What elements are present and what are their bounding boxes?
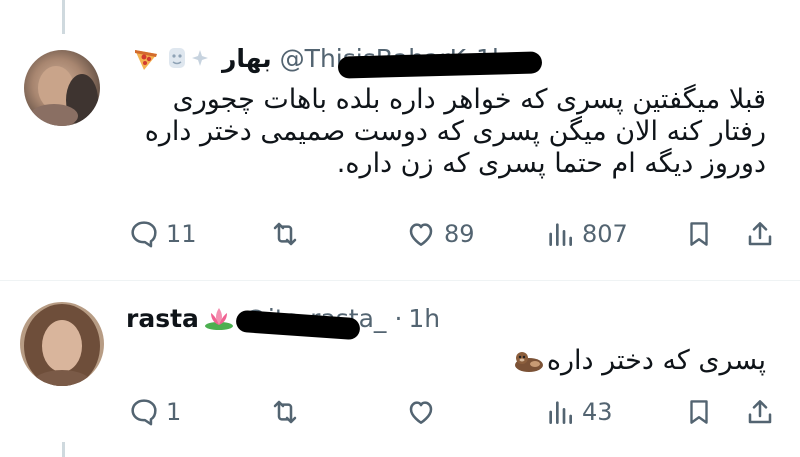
face-emoji [166,44,188,72]
share-button[interactable] [744,214,776,254]
share-upload-icon [744,218,776,250]
tweet-2-text-line: پسری که دختر داره [546,345,766,376]
bookmark-button[interactable] [684,392,714,432]
thread-line-top [62,0,65,34]
tweet-divider [0,280,800,281]
tweet-1-actions: 11 89 807 [0,214,800,254]
retweet-arrows-icon [268,396,302,428]
bookmark-icon [684,218,714,250]
reply-count: 11 [166,220,197,248]
tweet-1-text-line: رفتار کنه الان میگن پسری که دوست صمیمی د… [144,116,766,147]
views-button[interactable]: 807 [544,214,628,254]
heart-icon [404,218,438,250]
views-count: 43 [582,398,613,426]
display-name[interactable]: rasta [126,304,199,333]
bar-chart-icon [544,218,576,250]
like-button[interactable] [404,392,444,432]
bar-chart-icon [544,396,576,428]
avatar-bahar[interactable] [24,50,100,126]
reply-button[interactable]: 1 [128,392,181,432]
retweet-arrows-icon [268,218,302,250]
otter-emoji [513,347,545,375]
like-button[interactable]: 89 [404,214,475,254]
bookmark-icon [684,396,714,428]
avatar-rasta[interactable] [20,302,104,386]
tweet-2-text: پسری که دختر داره [400,345,766,377]
share-button[interactable] [744,392,776,432]
pizza-emoji [132,44,160,72]
sparkle-emoji [190,44,210,72]
retweet-button[interactable] [268,392,308,432]
views-count: 807 [582,220,628,248]
display-name[interactable]: بهار [222,44,272,73]
redaction-bar [337,51,543,79]
lotus-emoji [203,304,235,332]
tweet-1-text-line: قبلا میگفتین پسری که خواهر داره بلده باه… [172,84,766,115]
tweet-1-text: قبلا میگفتین پسری که خواهر داره بلده باه… [130,84,766,180]
separator-dot: · [394,303,403,333]
views-button[interactable]: 43 [544,392,613,432]
tweet-1-text-line: دوروز دیگه ام حتما پسری که زن داره. [336,148,766,179]
heart-icon [404,396,438,428]
reply-count: 1 [166,398,182,426]
thread-line-bottom [62,442,65,457]
speech-bubble-icon [128,218,160,250]
reply-button[interactable]: 11 [128,214,197,254]
bookmark-button[interactable] [684,214,714,254]
like-count: 89 [444,220,475,248]
tweet-2-actions: 1 43 [0,392,800,432]
timestamp[interactable]: 1h [408,304,440,333]
retweet-button[interactable] [268,214,308,254]
speech-bubble-icon [128,396,160,428]
share-upload-icon [744,396,776,428]
